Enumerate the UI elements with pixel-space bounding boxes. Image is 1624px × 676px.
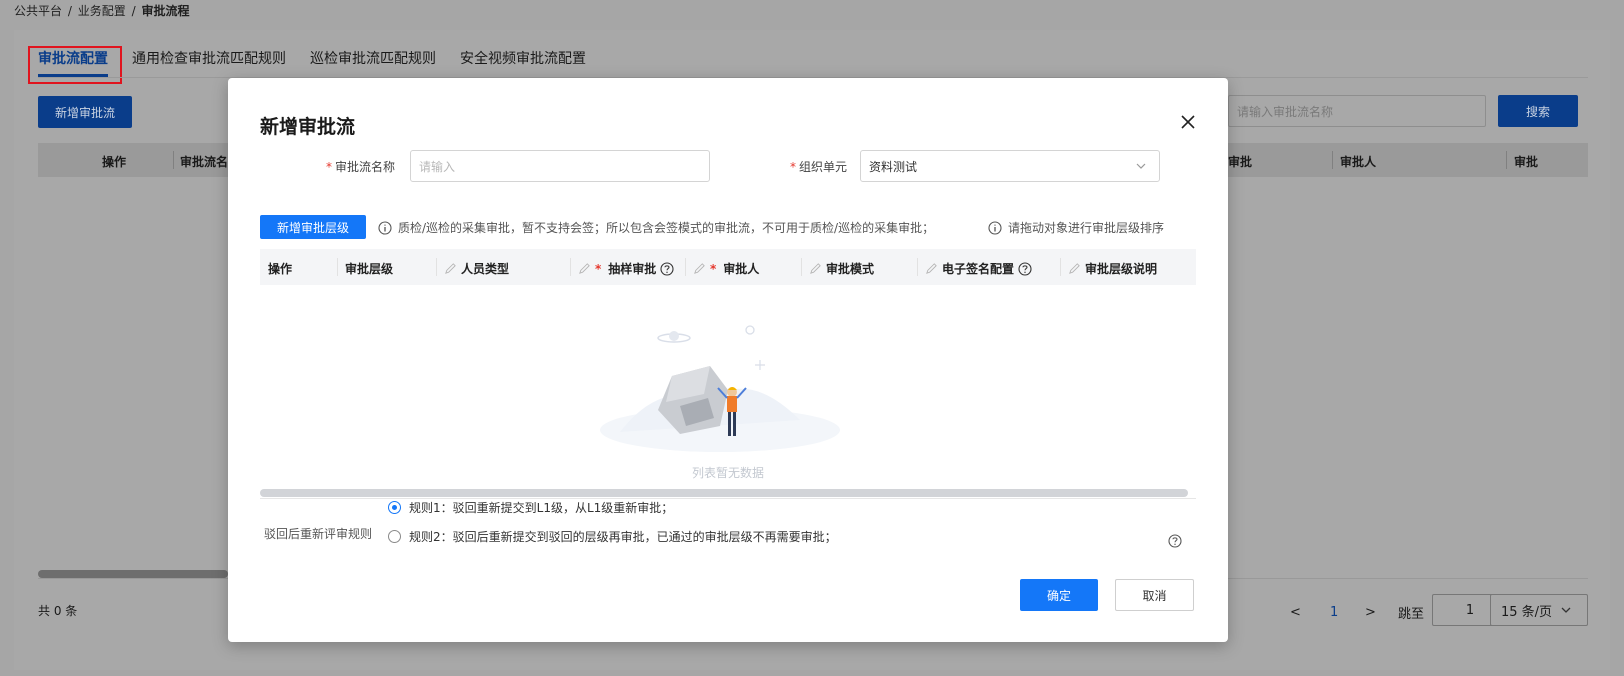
column-separator <box>570 258 571 276</box>
column-header-person-type: 人员类型 <box>444 260 509 277</box>
dialog-title: 新增审批流 <box>260 116 356 138</box>
breadcrumb: 公共平台 / 业务配置 / 审批流程 <box>14 2 191 19</box>
column-header-sampling-text: 抽样审批 <box>608 262 657 276</box>
help-icon[interactable] <box>1018 261 1032 276</box>
required-mark: * <box>595 261 602 276</box>
column-separator <box>436 258 437 276</box>
rule1-option[interactable]: 规则1：驳回重新提交到L1级，从L1级重新审批； <box>388 499 673 516</box>
cancel-button[interactable]: 取消 <box>1115 579 1194 611</box>
column-header-person-type-text: 人员类型 <box>461 262 510 276</box>
chevron-down-icon <box>1136 163 1146 169</box>
column-header-sampling: * 抽样审批 <box>578 260 674 277</box>
flow-name-label-text: 审批流名称 <box>335 160 396 174</box>
column-separator <box>801 258 802 276</box>
edit-icon <box>810 263 821 274</box>
drag-sort-note: 请拖动对象进行审批层级排序 <box>988 219 1164 236</box>
column-header-mode: 审批模式 <box>809 260 874 277</box>
column-header-approval-2: 审批 <box>1514 155 1539 169</box>
column-header-flow-name: 审批流名 <box>180 155 229 169</box>
tab-safety-video-config[interactable]: 安全视频审批流配置 <box>460 46 586 77</box>
column-header-esign-text: 电子签名配置 <box>942 262 1015 276</box>
add-approval-flow-dialog: 新增审批流 * 审批流名称 请输入 * 组织单元 资料测试 新增审批层级 质检/巡检… <box>228 78 1228 642</box>
tab-general-inspection-rules[interactable]: 通用检查审批流匹配规则 <box>132 46 286 77</box>
pagination-next-button[interactable]: > <box>1365 596 1376 628</box>
edit-icon <box>694 263 705 274</box>
required-mark: * <box>710 261 717 276</box>
rule2-radio[interactable] <box>388 530 401 543</box>
column-header-approval: 审批 <box>1228 155 1253 169</box>
column-header-approver: * 审批人 <box>693 260 759 277</box>
close-icon[interactable] <box>1180 114 1196 130</box>
confirm-button[interactable]: 确定 <box>1020 579 1098 611</box>
sign-mode-note: 质检/巡检的采集审批，暂不支持会签；所以包含会签模式的审批流，不可用于质检/巡检… <box>378 219 934 236</box>
column-header-level-text: 审批层级 <box>345 262 394 276</box>
column-header-desc: 审批层级说明 <box>1068 260 1157 277</box>
column-header-op-text: 操作 <box>268 262 293 276</box>
column-header-op: 操作 <box>268 260 292 277</box>
search-input[interactable]: 请输入审批流名称 <box>1228 95 1486 127</box>
breadcrumb-item-public-platform[interactable]: 公共平台 <box>14 4 62 18</box>
info-icon <box>988 220 1002 235</box>
horizontal-scrollbar[interactable] <box>260 489 1188 497</box>
flow-name-label: * 审批流名称 <box>326 158 395 175</box>
breadcrumb-item-approval-process: 审批流程 <box>141 4 190 18</box>
edit-icon <box>445 263 456 274</box>
rule1-text: 规则1：驳回重新提交到L1级，从L1级重新审批； <box>409 501 674 515</box>
breadcrumb-separator: / <box>67 4 72 18</box>
page-size-value: 15 条/页 <box>1501 604 1553 620</box>
column-header-esign: 电子签名配置 <box>925 260 1032 277</box>
page-size-select[interactable]: 15 条/页 <box>1490 594 1588 626</box>
search-button[interactable]: 搜索 <box>1498 95 1578 127</box>
pagination-page-1[interactable]: 1 <box>1330 596 1338 628</box>
column-header-op: 操作 <box>102 155 127 169</box>
pagination-jump-label: 跳至 <box>1398 606 1425 622</box>
reject-rule-label: 驳回后重新评审规则 <box>264 527 373 541</box>
column-header-desc-text: 审批层级说明 <box>1085 262 1158 276</box>
edit-icon <box>926 263 937 274</box>
required-mark: * <box>326 160 332 174</box>
org-unit-select[interactable]: 资料测试 <box>860 150 1160 182</box>
total-count: 共 0 条 <box>38 604 78 618</box>
add-approval-flow-button[interactable]: 新增审批流 <box>38 96 132 128</box>
help-icon[interactable] <box>660 261 674 276</box>
column-separator <box>685 258 686 276</box>
breadcrumb-item-business-config[interactable]: 业务配置 <box>78 4 126 18</box>
rule2-text: 规则2：驳回后重新提交到驳回的层级再审批，已通过的审批层级不再需要审批； <box>409 530 837 544</box>
column-header-level: 审批层级 <box>345 260 393 277</box>
org-unit-value: 资料测试 <box>869 159 918 174</box>
chevron-down-icon <box>1561 607 1571 613</box>
required-mark: * <box>790 160 796 174</box>
column-separator <box>917 258 918 276</box>
add-approval-level-button[interactable]: 新增审批层级 <box>260 215 366 239</box>
edit-icon <box>579 263 590 274</box>
column-separator <box>337 258 338 276</box>
highlight-box <box>28 46 122 84</box>
empty-state-illustration <box>600 325 840 452</box>
column-header-mode-text: 审批模式 <box>826 262 875 276</box>
edit-icon <box>1069 263 1080 274</box>
column-separator <box>1332 151 1333 169</box>
pagination-prev-button[interactable]: < <box>1290 596 1301 628</box>
info-icon <box>378 220 392 235</box>
empty-state-text: 列表暂无数据 <box>692 466 765 480</box>
rule2-option[interactable]: 规则2：驳回后重新提交到驳回的层级再审批，已通过的审批层级不再需要审批； <box>388 528 837 545</box>
column-separator <box>1506 151 1507 169</box>
horizontal-scrollbar[interactable] <box>38 570 228 578</box>
drag-sort-note-text: 请拖动对象进行审批层级排序 <box>1008 221 1165 235</box>
flow-name-input[interactable]: 请输入 <box>410 150 710 182</box>
column-header-approver-text: 审批人 <box>723 262 760 276</box>
tab-patrol-rules[interactable]: 巡检审批流匹配规则 <box>310 46 436 77</box>
breadcrumb-separator: / <box>131 4 136 18</box>
org-unit-label-text: 组织单元 <box>799 160 848 174</box>
column-separator <box>1060 258 1061 276</box>
help-icon[interactable] <box>1168 534 1182 548</box>
column-separator <box>173 151 174 169</box>
rule1-radio[interactable] <box>388 501 401 514</box>
column-header-approver: 审批人 <box>1340 155 1377 169</box>
sign-mode-note-text: 质检/巡检的采集审批，暂不支持会签；所以包含会签模式的审批流，不可用于质检/巡检… <box>398 221 935 235</box>
approval-level-table-header: 操作 审批层级 人员类型 * 抽样审批 * 审批人 审批模式 电子签名配置 审批… <box>260 249 1196 285</box>
org-unit-label: * 组织单元 <box>790 158 847 175</box>
